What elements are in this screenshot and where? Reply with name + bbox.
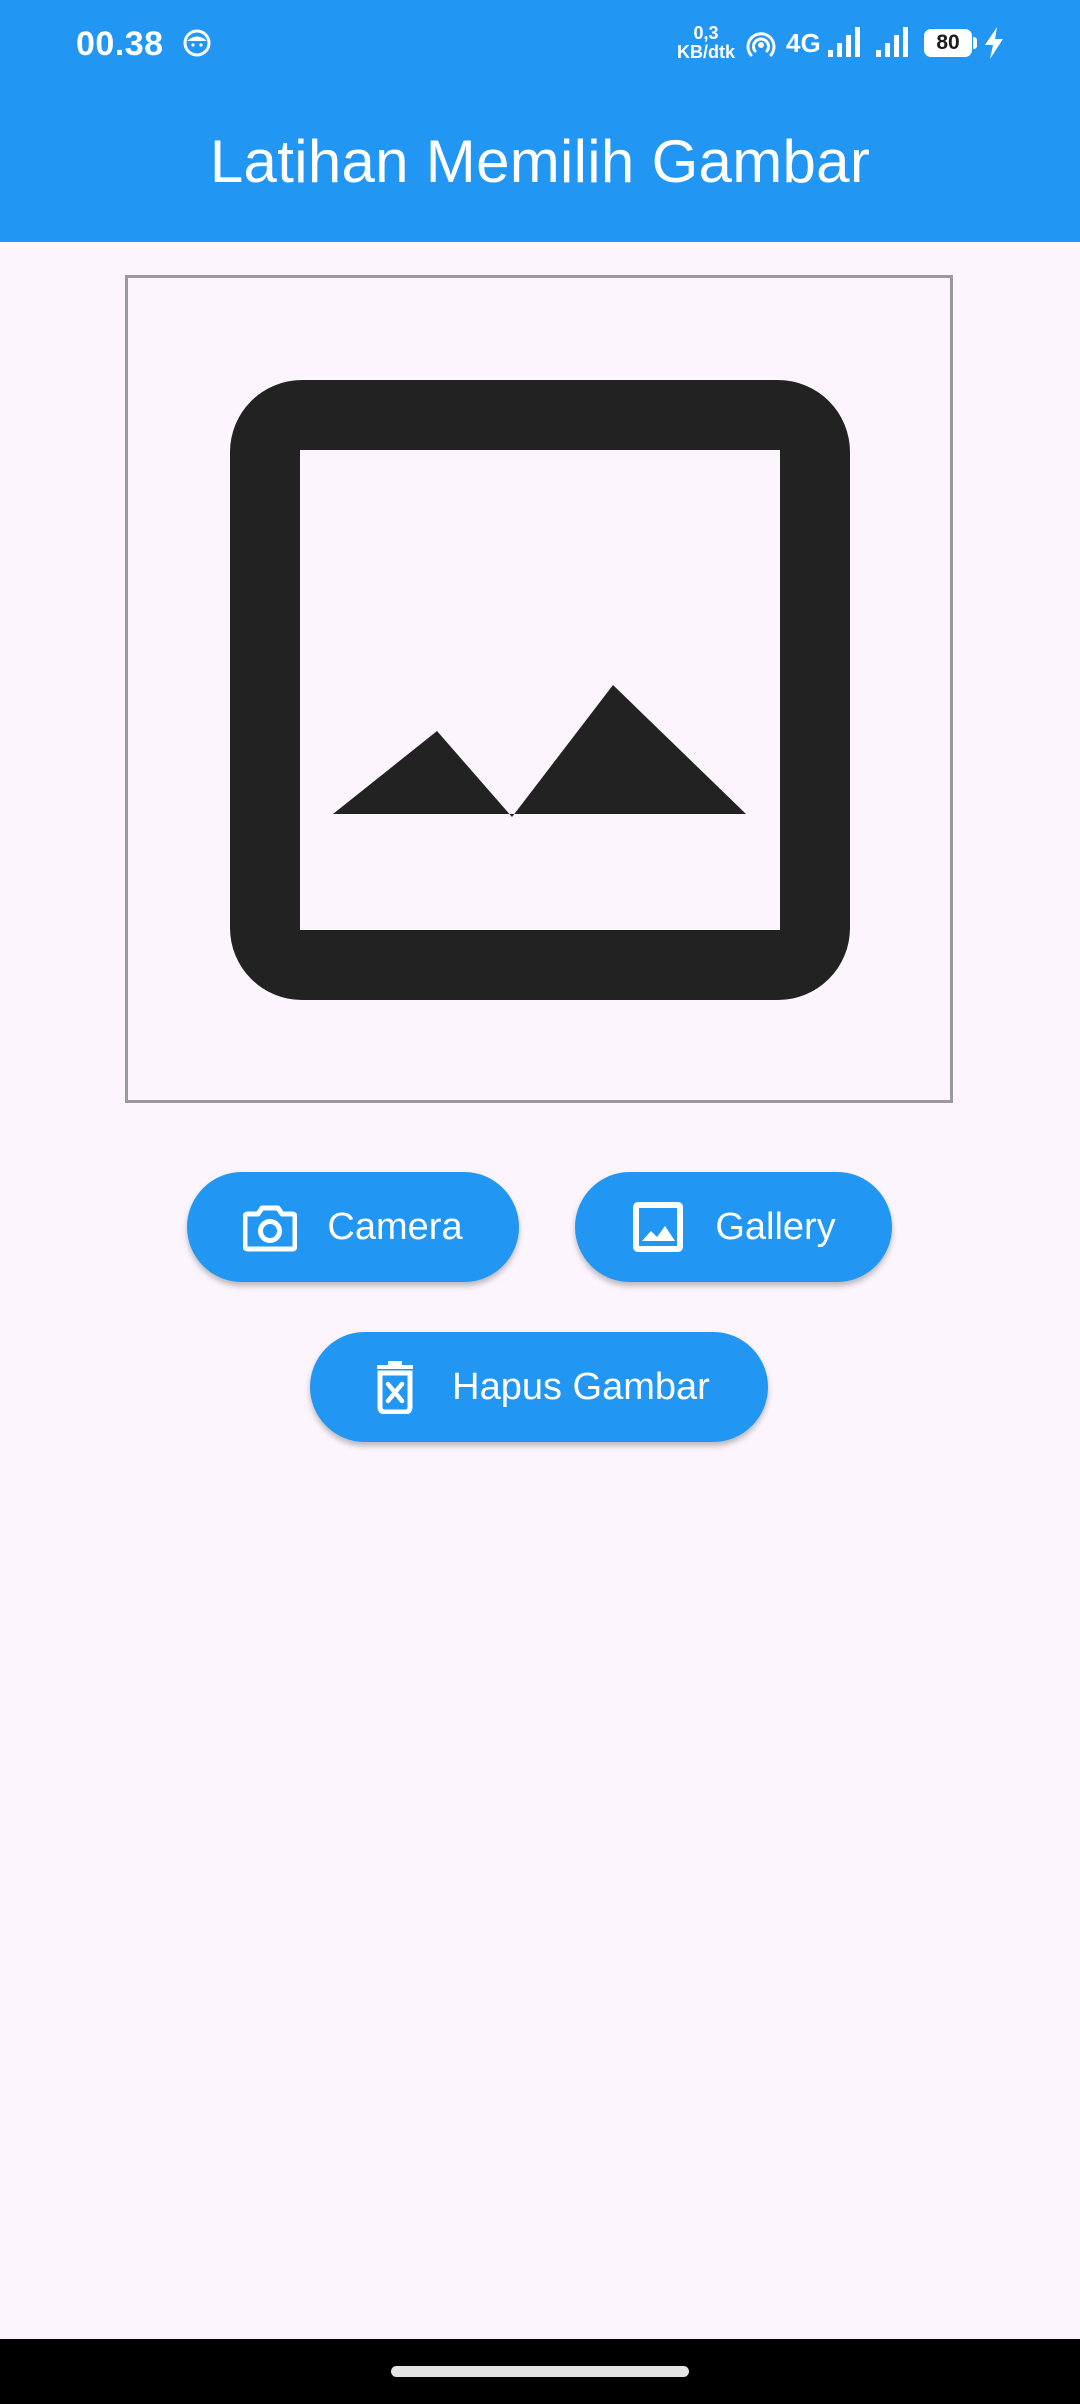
camera-button[interactable]: Camera: [187, 1172, 519, 1282]
image-placeholder-icon: [230, 380, 850, 1000]
camera-icon: [243, 1205, 298, 1252]
hotspot-icon: [746, 32, 776, 57]
status-time: 00.38: [76, 25, 164, 63]
charging-bolt-icon: [985, 27, 1003, 59]
delete-image-button[interactable]: Hapus Gambar: [310, 1332, 768, 1442]
network-type: 4G: [786, 28, 821, 58]
delete-forever-icon: [377, 1361, 414, 1414]
camera-button-label: Camera: [327, 1206, 463, 1248]
home-gesture-handle[interactable]: [391, 2366, 689, 2377]
network-speed-unit: KB/dtk: [677, 42, 735, 62]
gallery-button[interactable]: Gallery: [575, 1172, 892, 1282]
delete-image-button-label: Hapus Gambar: [452, 1366, 710, 1408]
network-speed-value: 0,3: [693, 23, 719, 43]
network-speed: 0,3 KB/dtk: [674, 24, 738, 62]
signal-icon: [876, 27, 908, 57]
battery-tip: [973, 37, 977, 49]
gallery-icon: [633, 1202, 684, 1252]
battery-level: 80: [936, 31, 960, 54]
gallery-button-label: Gallery: [715, 1206, 836, 1248]
page-title: Latihan Memilih Gambar: [209, 128, 871, 195]
signal-icon: [828, 27, 860, 57]
face-icon: [183, 29, 211, 57]
app-bar: 00.38 0,3 KB/dtk 4G 80 Latihan Memilih G…: [0, 0, 1080, 242]
battery-icon: 80: [924, 29, 972, 57]
